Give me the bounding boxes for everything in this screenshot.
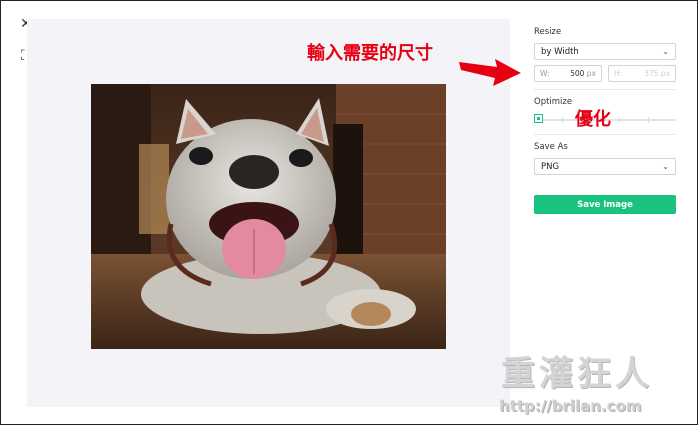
slider-handle[interactable]: [534, 114, 543, 123]
french-bulldog-photo: [91, 84, 446, 349]
watermark-title: 重灌狂人: [501, 354, 653, 394]
chevron-down-icon: ⌄: [662, 162, 669, 171]
red-arrow-icon: [459, 59, 521, 86]
optimize-annotation: 優化: [575, 109, 611, 130]
width-prefix: W:: [540, 69, 550, 78]
watermark-url: http://briian.com: [499, 397, 642, 415]
slider-tick: [647, 117, 649, 123]
resize-label: Resize: [534, 27, 562, 37]
divider: [534, 134, 676, 135]
dimension-inputs: W: 500 px H: 375 px: [534, 65, 676, 82]
slider-tick: [562, 117, 564, 123]
width-value: 500: [570, 69, 585, 78]
resize-mode-value: by Width: [541, 46, 579, 57]
save-as-label: Save As: [534, 142, 568, 152]
slider-tick: [619, 117, 621, 123]
watermark: 重灌狂人 http://briian.com: [493, 346, 693, 418]
format-select[interactable]: PNG ⌄: [534, 158, 676, 175]
height-value: 375: [644, 69, 659, 78]
format-value: PNG: [541, 161, 560, 172]
height-unit: px: [660, 69, 670, 78]
width-input[interactable]: W: 500 px: [534, 65, 602, 82]
chevron-down-icon: ⌄: [662, 47, 669, 56]
height-prefix: H:: [614, 69, 623, 78]
height-input[interactable]: H: 375 px: [608, 65, 676, 82]
resize-mode-select[interactable]: by Width ⌄: [534, 43, 676, 60]
save-image-button[interactable]: Save Image: [534, 195, 676, 214]
width-unit: px: [586, 69, 596, 78]
divider: [534, 89, 676, 90]
size-annotation: 輸入需要的尺寸: [307, 43, 433, 64]
app-window: ✕ ⛶ Resize by Width ⌄ W: 500 px H: 375 p…: [0, 0, 698, 425]
